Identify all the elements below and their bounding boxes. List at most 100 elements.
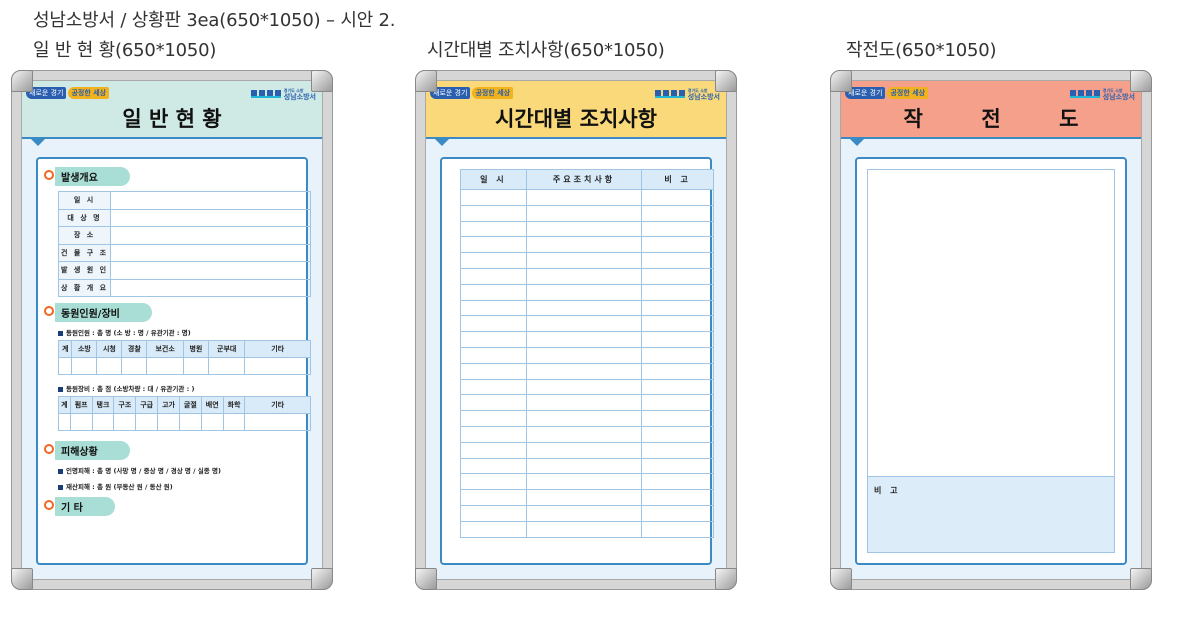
table-cell[interactable] bbox=[525, 299, 643, 317]
table-cell[interactable] bbox=[460, 378, 527, 396]
table-cell[interactable] bbox=[525, 346, 643, 364]
table-cell[interactable] bbox=[525, 267, 643, 285]
overview-value-cell[interactable] bbox=[110, 278, 311, 297]
table-cell[interactable] bbox=[641, 410, 714, 427]
table-cell[interactable] bbox=[460, 315, 527, 333]
table-cell[interactable] bbox=[525, 473, 643, 491]
table-cell[interactable] bbox=[525, 457, 643, 475]
table-cell[interactable] bbox=[178, 413, 202, 431]
frame-corner bbox=[830, 70, 852, 92]
overview-value-cell[interactable] bbox=[110, 243, 311, 262]
table-cell[interactable] bbox=[525, 425, 643, 443]
table-cell[interactable] bbox=[525, 315, 643, 333]
table-cell[interactable] bbox=[641, 394, 714, 412]
table-cell[interactable] bbox=[460, 267, 527, 285]
table-cell[interactable] bbox=[200, 413, 224, 431]
table-cell[interactable] bbox=[641, 378, 714, 396]
table-cell[interactable] bbox=[525, 189, 643, 206]
table-cell[interactable] bbox=[641, 189, 714, 206]
table-cell[interactable] bbox=[525, 252, 643, 269]
table-cell[interactable] bbox=[641, 441, 714, 459]
overview-value-cell[interactable] bbox=[110, 208, 311, 227]
table-cell[interactable] bbox=[641, 346, 714, 364]
table-cell[interactable] bbox=[460, 204, 527, 222]
square-bullet-icon bbox=[58, 484, 63, 490]
table-cell[interactable] bbox=[121, 357, 148, 375]
table-cell[interactable] bbox=[182, 357, 209, 375]
table-cell[interactable] bbox=[525, 283, 643, 301]
table-cell[interactable] bbox=[641, 504, 714, 522]
table-cell[interactable] bbox=[641, 299, 714, 317]
table-cell[interactable] bbox=[244, 413, 311, 431]
overview-table: 일 시대 상 명장 소건 물 구 조발 생 원 인상 황 개 요 bbox=[58, 191, 311, 297]
table-cell[interactable] bbox=[460, 283, 527, 301]
table-cell[interactable] bbox=[157, 413, 180, 431]
table-cell[interactable] bbox=[460, 362, 527, 380]
table-cell[interactable] bbox=[525, 362, 643, 380]
table-cell[interactable] bbox=[135, 413, 159, 431]
table-cell[interactable] bbox=[460, 489, 527, 506]
table-cell[interactable] bbox=[460, 189, 527, 206]
table-cell[interactable] bbox=[641, 520, 714, 538]
map-drawing-canvas[interactable] bbox=[868, 170, 1114, 472]
table-row bbox=[460, 283, 714, 301]
table-cell[interactable] bbox=[207, 357, 246, 375]
section-header-overview: 발생개요 bbox=[44, 167, 130, 186]
table-cell[interactable] bbox=[460, 331, 527, 348]
table-cell[interactable] bbox=[525, 410, 643, 427]
table-cell[interactable] bbox=[641, 457, 714, 475]
table-cell[interactable] bbox=[460, 346, 527, 364]
overview-value-cell[interactable] bbox=[110, 261, 311, 280]
table-cell[interactable] bbox=[641, 267, 714, 285]
overview-value-cell[interactable] bbox=[110, 226, 311, 245]
table-cell[interactable] bbox=[146, 357, 184, 375]
table-cell[interactable] bbox=[525, 394, 643, 412]
table-cell[interactable] bbox=[460, 236, 527, 254]
table-cell[interactable] bbox=[460, 473, 527, 491]
logo-icon bbox=[654, 90, 685, 98]
overview-value-cell[interactable] bbox=[110, 191, 311, 210]
table-cell[interactable] bbox=[460, 520, 527, 538]
table-cell[interactable] bbox=[641, 315, 714, 333]
frame-corner bbox=[415, 568, 437, 590]
table-cell[interactable] bbox=[460, 410, 527, 427]
board-header: 새로운 경기 공정한 세상 경기도 소방 성남소방서 시간대별 조치사항 bbox=[426, 81, 726, 146]
table-cell[interactable] bbox=[460, 441, 527, 459]
table-cell[interactable] bbox=[525, 220, 643, 238]
table-cell[interactable] bbox=[96, 357, 123, 375]
table-cell[interactable] bbox=[641, 331, 714, 348]
table-cell[interactable] bbox=[525, 489, 643, 506]
table-cell[interactable] bbox=[57, 357, 73, 375]
table-cell[interactable] bbox=[91, 413, 115, 431]
table-cell[interactable] bbox=[525, 204, 643, 222]
table-cell[interactable] bbox=[525, 504, 643, 522]
table-cell[interactable] bbox=[641, 425, 714, 443]
table-cell[interactable] bbox=[641, 220, 714, 238]
table-cell[interactable] bbox=[641, 489, 714, 506]
table-cell[interactable] bbox=[525, 441, 643, 459]
table-cell[interactable] bbox=[460, 394, 527, 412]
table-cell[interactable] bbox=[525, 331, 643, 348]
table-cell[interactable] bbox=[113, 413, 137, 431]
table-cell[interactable] bbox=[460, 252, 527, 269]
table-cell[interactable] bbox=[641, 204, 714, 222]
table-cell[interactable] bbox=[525, 236, 643, 254]
remarks-box[interactable]: 비 고 bbox=[868, 476, 1114, 552]
table-cell[interactable] bbox=[58, 413, 71, 431]
table-cell[interactable] bbox=[641, 473, 714, 491]
table-cell[interactable] bbox=[525, 520, 643, 538]
table-cell[interactable] bbox=[69, 413, 93, 431]
table-cell[interactable] bbox=[460, 220, 527, 238]
table-cell[interactable] bbox=[460, 425, 527, 443]
table-cell[interactable] bbox=[641, 236, 714, 254]
table-cell[interactable] bbox=[641, 252, 714, 269]
table-cell[interactable] bbox=[71, 357, 98, 375]
table-cell[interactable] bbox=[641, 283, 714, 301]
table-cell[interactable] bbox=[244, 357, 311, 375]
table-cell[interactable] bbox=[460, 299, 527, 317]
table-cell[interactable] bbox=[641, 362, 714, 380]
table-cell[interactable] bbox=[525, 378, 643, 396]
table-cell[interactable] bbox=[460, 457, 527, 475]
table-cell[interactable] bbox=[460, 504, 527, 522]
table-cell[interactable] bbox=[222, 413, 246, 431]
